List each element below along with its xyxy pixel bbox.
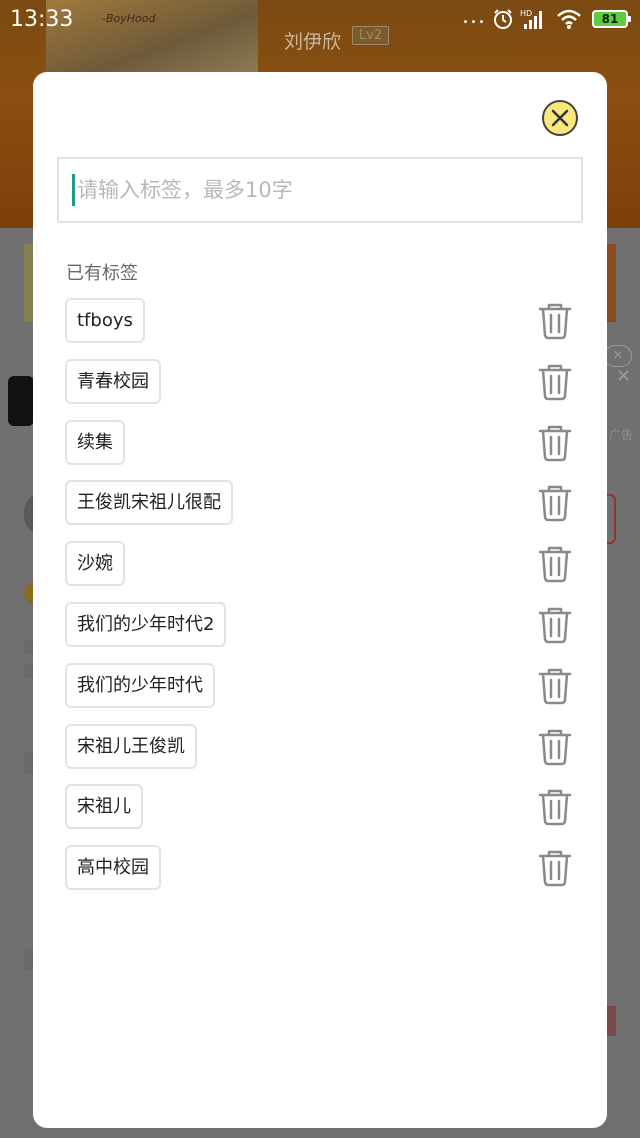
close-button[interactable] — [542, 100, 578, 136]
tag-chip[interactable]: 王俊凯宋祖儿很配 — [65, 480, 233, 526]
tag-chip[interactable]: 我们的少年时代2 — [65, 601, 227, 647]
tag-row: 王俊凯宋祖儿很配 — [33, 480, 607, 541]
text-cursor — [72, 174, 75, 206]
tag-row: 我们的少年时代2 — [33, 601, 607, 663]
status-time: 13:33 — [10, 7, 74, 32]
tag-chip[interactable]: 我们的少年时代 — [65, 662, 215, 708]
tag-row: 宋祖儿王俊凯 — [33, 723, 607, 785]
tag-row: 续集 — [33, 419, 607, 481]
tag-row: 我们的少年时代 — [33, 662, 607, 724]
tag-input[interactable] — [57, 157, 583, 223]
tag-chip[interactable]: 宋祖儿 — [65, 784, 143, 830]
wifi-icon — [557, 9, 581, 29]
trash-icon[interactable] — [537, 484, 573, 522]
tag-chip[interactable]: 高中校园 — [65, 845, 161, 891]
trash-icon[interactable] — [537, 788, 573, 826]
tag-row: 青春校园 — [33, 358, 607, 420]
background-ad-label: 广告 — [609, 428, 634, 442]
background-ad-dismiss-icon: ✕ — [616, 366, 632, 387]
tag-row: 高中校园 — [33, 845, 607, 906]
trash-icon[interactable] — [537, 849, 573, 887]
close-icon — [551, 109, 569, 127]
background-follow-button — [606, 494, 616, 544]
tag-chip[interactable]: 沙婉 — [65, 541, 125, 587]
trash-icon[interactable] — [537, 302, 573, 340]
signal-icon: HD — [520, 9, 542, 29]
tag-row: tfboys — [33, 298, 607, 359]
tag-chip[interactable]: 青春校园 — [65, 358, 161, 404]
tag-chip[interactable]: tfboys — [65, 298, 145, 343]
trash-icon[interactable] — [537, 667, 573, 705]
trash-icon[interactable] — [537, 545, 573, 583]
tag-chip[interactable]: 续集 — [65, 419, 125, 465]
tag-list: tfboys 青春校园 续集 王俊凯宋祖儿很配 沙婉 我们的少年时代2 我们的少… — [33, 298, 607, 906]
background-app-icon — [8, 376, 34, 426]
trash-icon[interactable] — [537, 606, 573, 644]
network-label: HD — [520, 9, 532, 18]
alarm-icon — [494, 9, 512, 29]
trash-icon[interactable] — [537, 728, 573, 766]
status-bar: 13:33 ... HD 81 — [0, 0, 640, 40]
background-ad-close-icon: ✕ — [604, 345, 632, 367]
tag-row: 沙婉 — [33, 541, 607, 602]
trash-icon[interactable] — [537, 424, 573, 462]
tag-row: 宋祖儿 — [33, 784, 607, 845]
battery-indicator: 81 — [592, 10, 631, 28]
tag-chip[interactable]: 宋祖儿王俊凯 — [65, 723, 197, 769]
trash-icon[interactable] — [537, 363, 573, 401]
existing-tags-title: 已有标签 — [66, 263, 138, 284]
notification-dots-icon: ... — [462, 4, 486, 29]
tag-editor-dialog: 已有标签 tfboys 青春校园 续集 — [33, 72, 607, 1128]
